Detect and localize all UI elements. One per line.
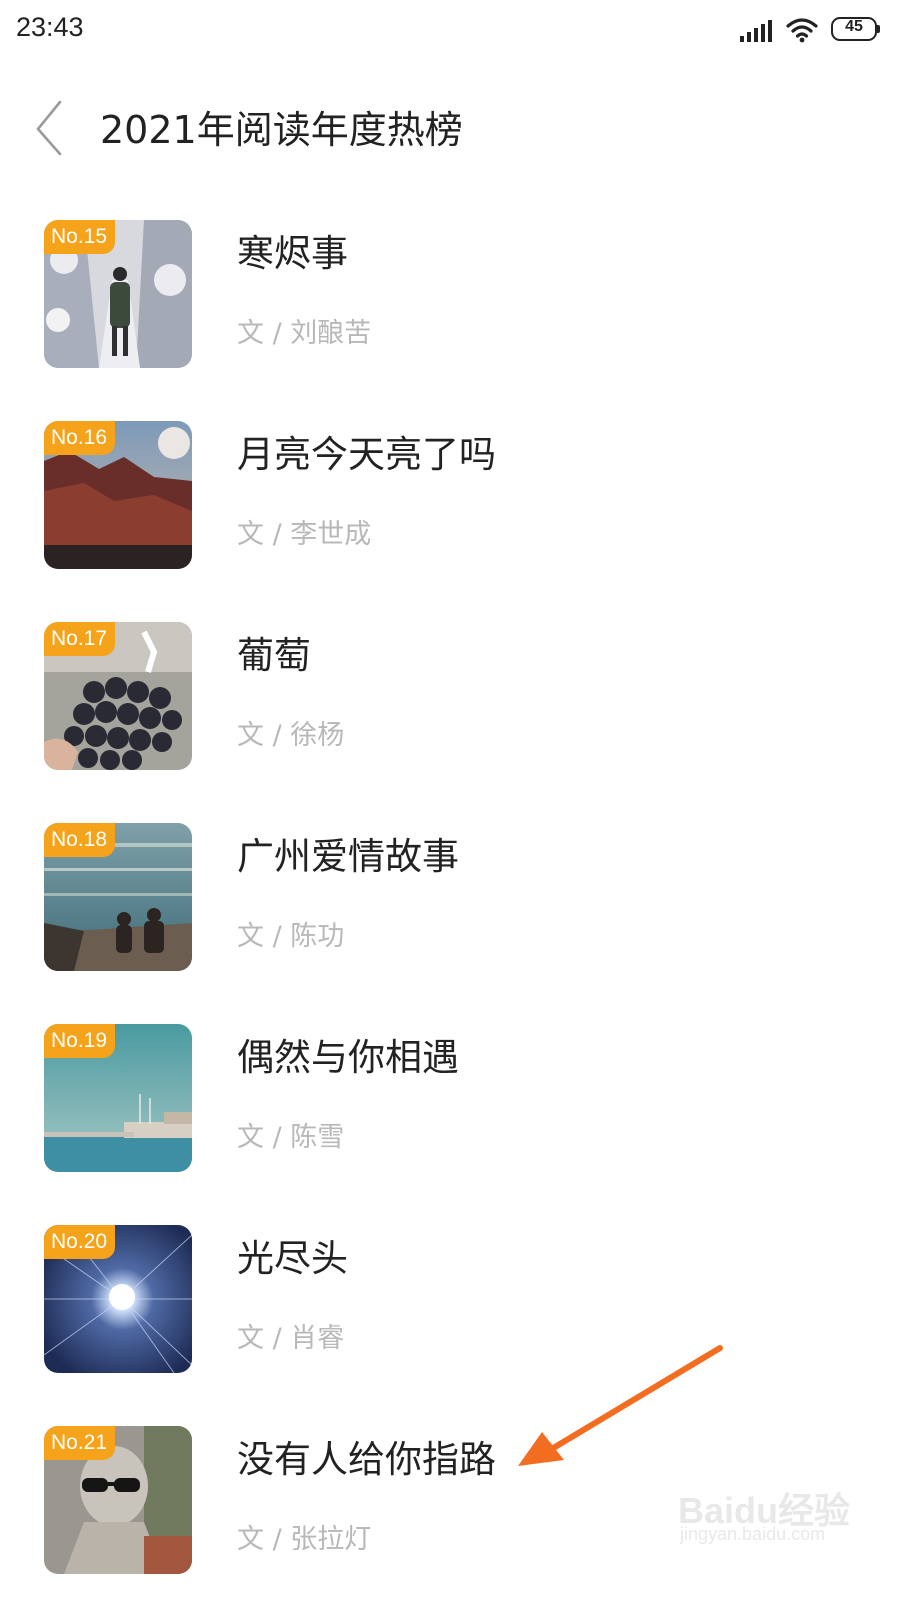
status-time: 23:43 (16, 12, 84, 42)
book-author: 文 / 陈功 (237, 921, 345, 952)
book-item[interactable]: No.16 月亮今天亮了吗 文 / 李世成 (0, 419, 900, 609)
status-bar: 23:43 45 (0, 0, 900, 60)
wifi-icon (786, 18, 818, 43)
header: 2021年阅读年度热榜 (0, 80, 900, 170)
book-item[interactable]: No.18 广州爱情故事 文 / 陈功 (0, 821, 900, 1011)
rank-badge: No.21 (44, 1426, 116, 1460)
book-title: 没有人给你指路 (237, 1438, 496, 1481)
annotation-arrow-icon (518, 1345, 723, 1466)
book-item[interactable]: No.17 葡萄 文 / 徐杨 (0, 620, 900, 810)
book-author: 文 / 肖睿 (237, 1323, 345, 1354)
watermark-url: jingyan.baidu.com (680, 1524, 826, 1544)
book-title: 寒烬事 (237, 232, 348, 275)
chevron-left-icon (36, 100, 62, 156)
book-item[interactable]: No.20 光尽头 文 / 肖睿 (0, 1223, 900, 1413)
book-author: 文 / 陈雪 (237, 1122, 345, 1153)
book-title: 广州爱情故事 (237, 835, 459, 878)
book-author: 文 / 徐杨 (237, 720, 345, 751)
book-cover: No.17 (44, 622, 192, 770)
book-author: 文 / 张拉灯 (237, 1524, 372, 1555)
book-cover: No.15 (44, 220, 192, 368)
book-cover: No.21 (44, 1426, 192, 1574)
back-button[interactable] (22, 92, 82, 162)
book-author: 文 / 刘酿苦 (237, 318, 372, 349)
book-cover: No.20 (44, 1225, 192, 1373)
book-title: 葡萄 (237, 634, 311, 677)
rank-badge: No.18 (44, 823, 116, 857)
rank-badge: No.19 (44, 1024, 116, 1058)
book-title: 光尽头 (237, 1237, 348, 1280)
book-item[interactable]: No.19 偶然与你相遇 文 / 陈雪 (0, 1022, 900, 1212)
book-item[interactable]: No.15 寒烬事 文 / 刘酿苦 (0, 218, 900, 408)
rank-badge: No.17 (44, 622, 116, 656)
battery-indicator: 45 (831, 17, 881, 41)
rank-badge: No.15 (44, 220, 116, 254)
book-cover: No.19 (44, 1024, 192, 1172)
book-author: 文 / 李世成 (237, 519, 372, 550)
watermark: Baidu经验 jingyan.baidu.com (672, 1468, 892, 1558)
battery-level: 45 (845, 18, 863, 35)
book-cover: No.18 (44, 823, 192, 971)
book-title: 月亮今天亮了吗 (237, 433, 496, 476)
rank-badge: No.20 (44, 1225, 116, 1259)
book-cover: No.16 (44, 421, 192, 569)
signal-icon (740, 20, 772, 42)
page-title: 2021年阅读年度热榜 (100, 108, 463, 152)
rank-badge: No.16 (44, 421, 116, 455)
book-title: 偶然与你相遇 (237, 1036, 459, 1079)
